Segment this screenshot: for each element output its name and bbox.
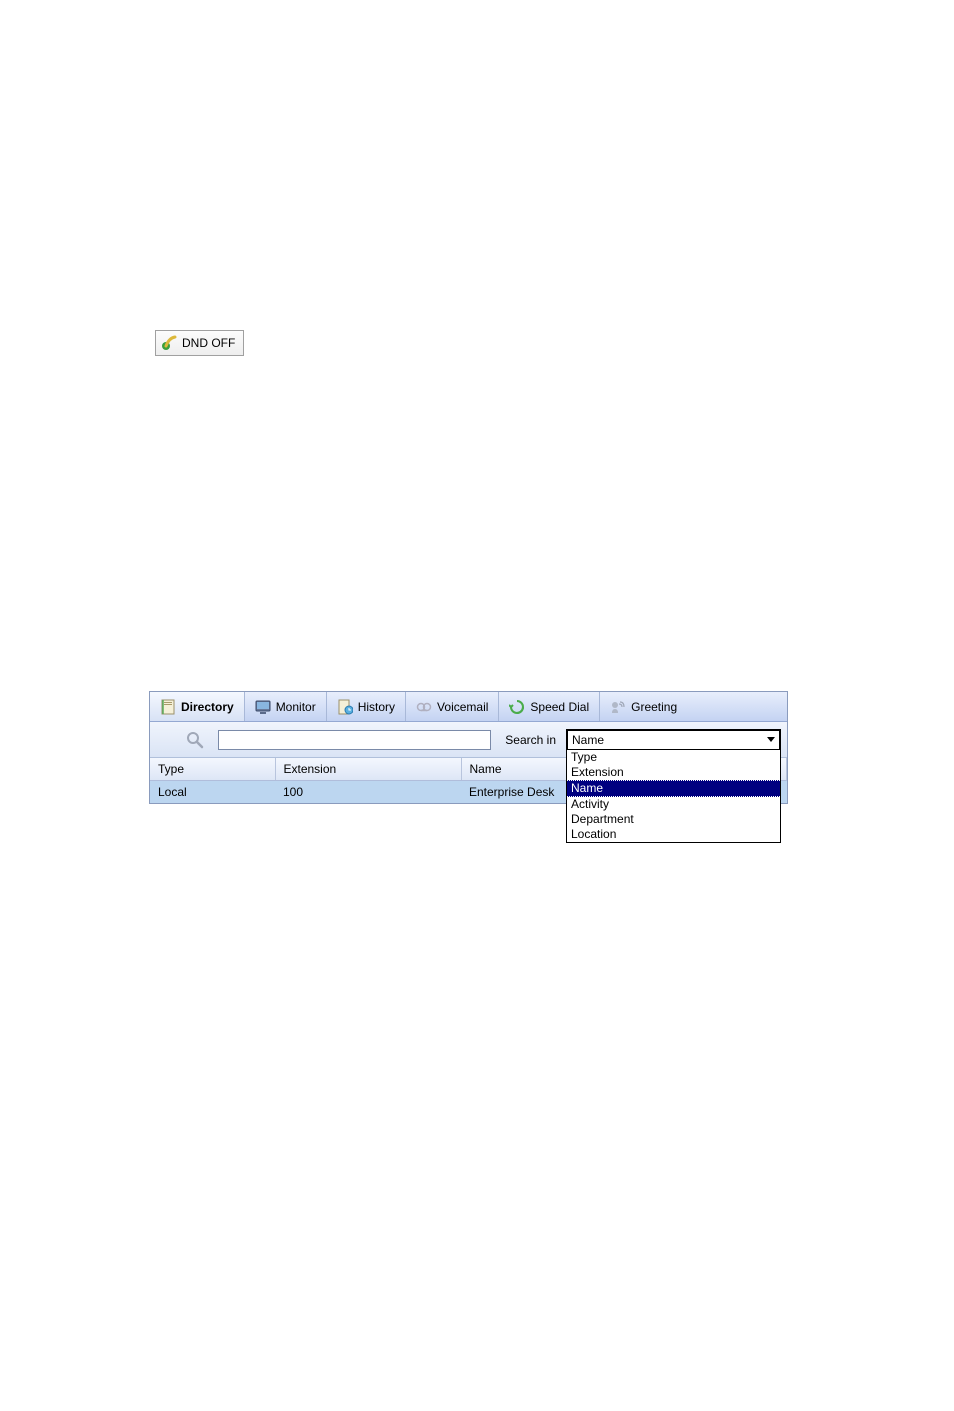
search-in-select-wrap: Name Type Extension Name Activity Depart… xyxy=(566,729,781,751)
dnd-icon xyxy=(160,334,178,352)
col-header-type[interactable]: Type xyxy=(150,758,275,781)
tab-speed-dial[interactable]: Speed Dial xyxy=(499,692,600,721)
dnd-label: DND OFF xyxy=(182,336,235,350)
speed-dial-icon xyxy=(509,699,525,715)
dropdown-option-department[interactable]: Department xyxy=(567,812,780,827)
search-bar: Search in Name Type Extension Name Activ… xyxy=(150,722,787,758)
dropdown-option-activity[interactable]: Activity xyxy=(567,797,780,812)
dropdown-option-type[interactable]: Type xyxy=(567,750,780,765)
search-in-label: Search in xyxy=(505,733,556,747)
cell-type: Local xyxy=(150,781,275,804)
directory-panel: Directory Monitor History Voicemail Spee… xyxy=(149,691,788,804)
tab-label: Greeting xyxy=(631,700,677,714)
search-icon xyxy=(186,731,204,749)
greeting-icon xyxy=(610,699,626,715)
tab-label: Directory xyxy=(181,700,234,714)
tab-directory[interactable]: Directory xyxy=(150,692,245,721)
tab-voicemail[interactable]: Voicemail xyxy=(406,692,499,721)
tab-history[interactable]: History xyxy=(327,692,406,721)
tab-label: History xyxy=(358,700,395,714)
directory-icon xyxy=(160,699,176,715)
search-input[interactable] xyxy=(218,730,491,750)
cell-extension: 100 xyxy=(275,781,461,804)
tab-greeting[interactable]: Greeting xyxy=(600,692,687,721)
tab-monitor[interactable]: Monitor xyxy=(245,692,327,721)
chevron-down-icon xyxy=(767,737,775,742)
dnd-off-button[interactable]: DND OFF xyxy=(155,330,244,356)
tab-bar: Directory Monitor History Voicemail Spee… xyxy=(150,692,787,722)
dropdown-option-name[interactable]: Name xyxy=(567,780,780,797)
dropdown-option-extension[interactable]: Extension xyxy=(567,765,780,780)
search-in-selected: Name xyxy=(572,733,604,747)
voicemail-icon xyxy=(416,699,432,715)
search-in-dropdown: Type Extension Name Activity Department … xyxy=(566,750,781,843)
history-icon xyxy=(337,699,353,715)
tab-label: Monitor xyxy=(276,700,316,714)
search-in-select[interactable]: Name xyxy=(566,729,781,751)
col-header-extension[interactable]: Extension xyxy=(275,758,461,781)
dropdown-option-location[interactable]: Location xyxy=(567,827,780,842)
tab-label: Voicemail xyxy=(437,700,488,714)
monitor-icon xyxy=(255,699,271,715)
tab-label: Speed Dial xyxy=(530,700,589,714)
